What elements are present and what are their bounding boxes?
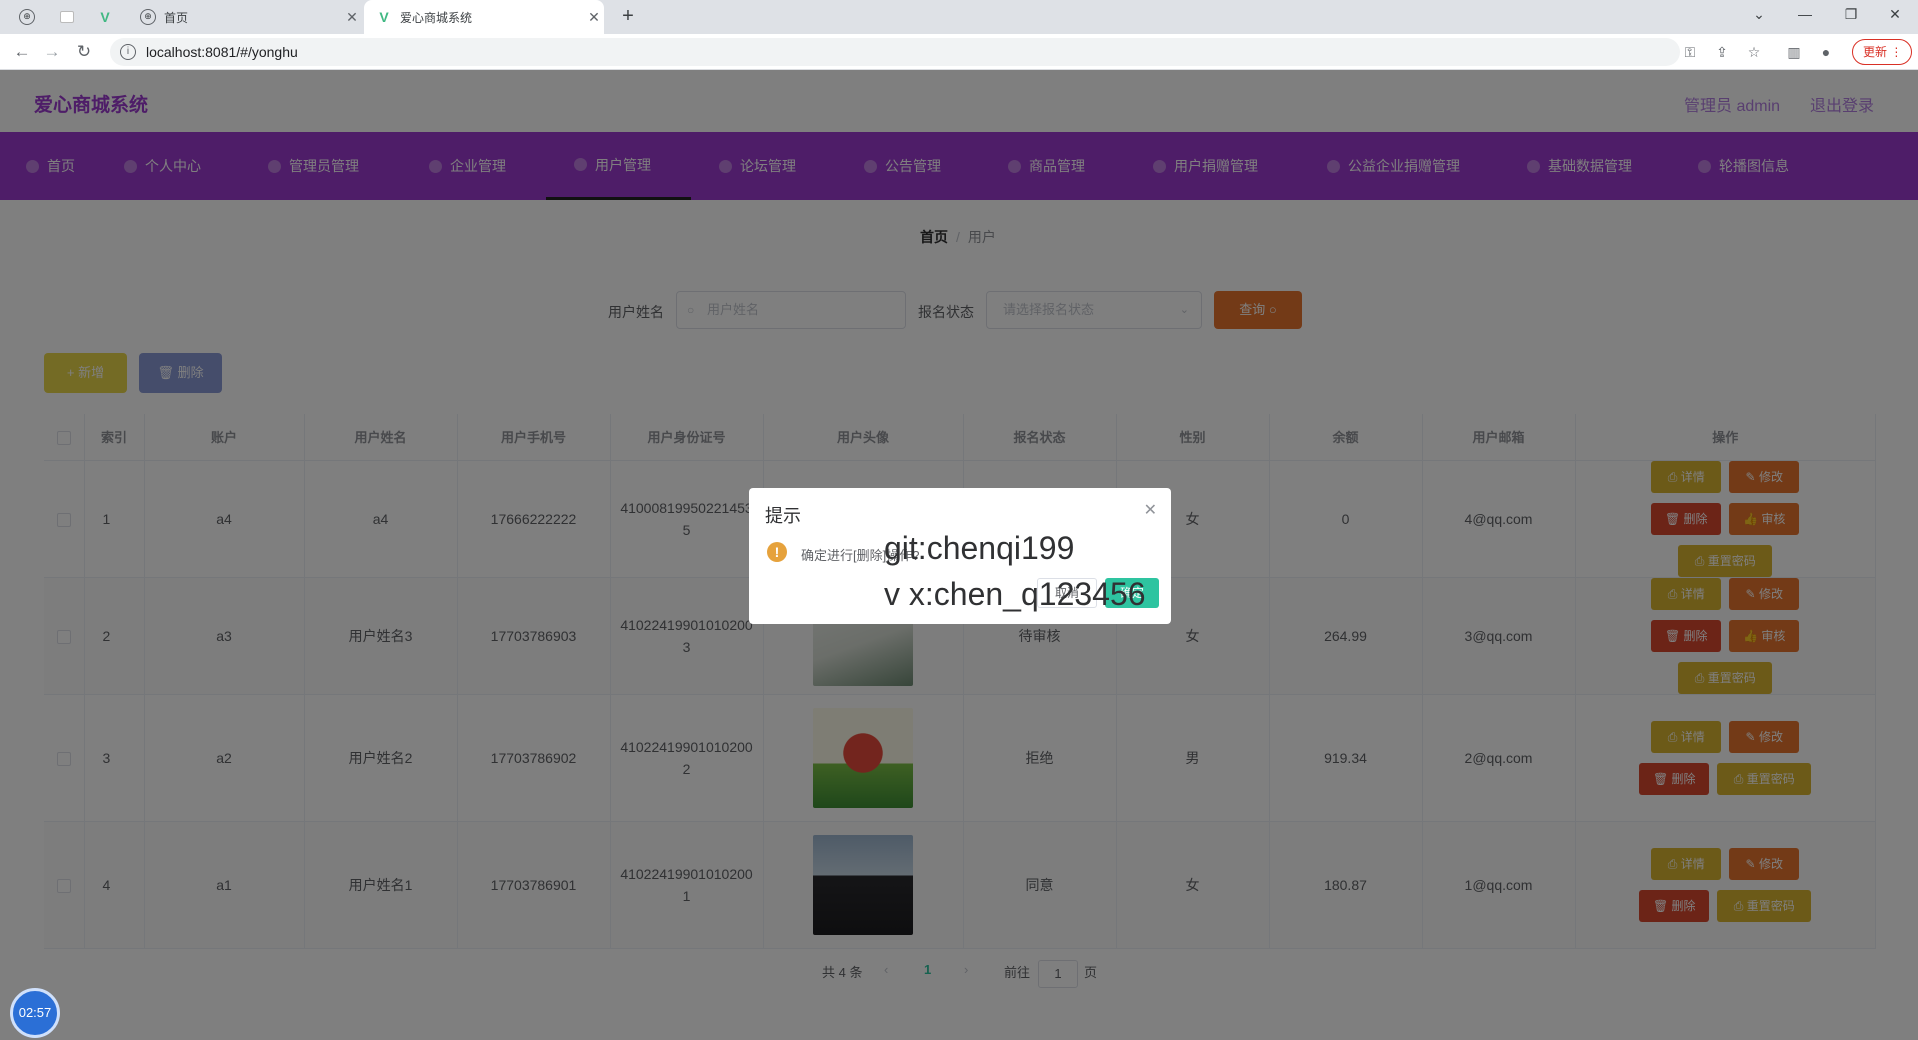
vue-logo-icon: V — [100, 9, 110, 25]
watermark-line-1: git:chenqi199 — [884, 530, 1075, 566]
close-icon[interactable]: ✕ — [1144, 500, 1157, 520]
sidebar-icon[interactable]: ▥ — [1784, 42, 1804, 62]
pinned-tab-3[interactable]: V — [88, 0, 122, 34]
tab-title: 首页 — [164, 10, 189, 25]
new-tab-button[interactable]: + — [616, 5, 640, 29]
recording-timer: 02:57 — [10, 988, 60, 1038]
forward-arrow-icon[interactable]: → — [40, 40, 64, 64]
globe-icon: ⊕ — [19, 9, 35, 25]
tab-app[interactable]: V 爱心商城系统 ✕ — [364, 0, 604, 34]
tab-home[interactable]: ⊕ 首页 ✕ — [130, 0, 362, 34]
pinned-tab-1[interactable]: ⊕ — [10, 0, 44, 34]
update-button[interactable]: 更新 ⋮ — [1852, 39, 1912, 65]
address-bar[interactable]: i localhost:8081/#/yonghu — [110, 38, 1680, 66]
profile-icon[interactable]: ● — [1816, 42, 1836, 62]
close-icon[interactable]: ✕ — [342, 9, 362, 26]
browser-toolbar: ← → ↻ i localhost:8081/#/yonghu ⚿ ⇪ ☆ ▥ … — [0, 34, 1918, 70]
close-icon[interactable]: ✕ — [584, 9, 604, 26]
restore-button[interactable]: ❐ — [1828, 0, 1874, 30]
tab-search-icon[interactable]: ⌄ — [1736, 0, 1782, 30]
pinned-tab-2[interactable] — [50, 0, 84, 34]
tab-title: 爱心商城系统 — [400, 10, 473, 25]
info-icon[interactable]: i — [120, 44, 136, 60]
warning-icon: ! — [767, 542, 787, 562]
watermark-line-2: v x:chen_q123456 — [884, 576, 1146, 612]
share-icon[interactable]: ⇪ — [1712, 42, 1732, 62]
globe-icon: ⊕ — [140, 9, 156, 25]
close-window-button[interactable]: ✕ — [1872, 0, 1918, 30]
browser-tab-bar: ⊕ V ⊕ 首页 ✕ V 爱心商城系统 ✕ + ⌄ — ❐ ✕ — [0, 0, 1918, 34]
star-icon[interactable]: ☆ — [1744, 42, 1764, 62]
back-arrow-icon[interactable]: ← — [10, 40, 34, 64]
blank-page-icon — [60, 11, 74, 23]
dialog-title: 提示 — [765, 506, 801, 526]
key-icon[interactable]: ⚿ — [1680, 42, 1700, 62]
reload-icon[interactable]: ↻ — [72, 40, 96, 64]
update-label: 更新 — [1863, 45, 1888, 59]
minimize-button[interactable]: — — [1782, 0, 1828, 30]
vue-logo-icon: V — [379, 9, 389, 25]
url-text: localhost:8081/#/yonghu — [146, 44, 298, 60]
